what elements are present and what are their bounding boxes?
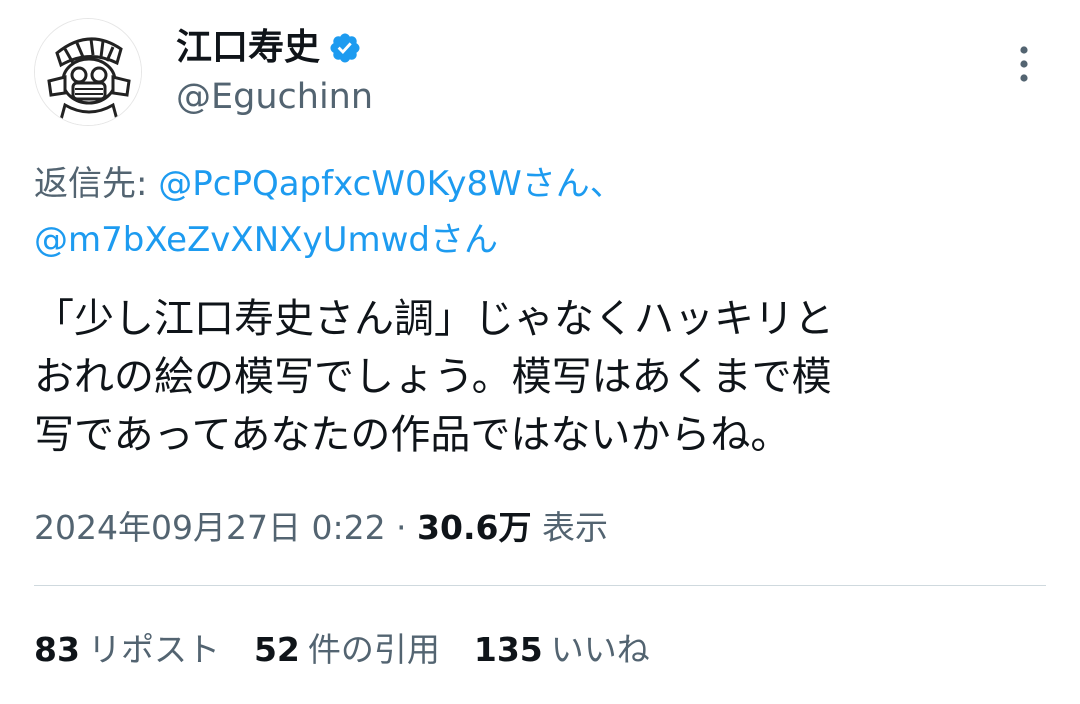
- display-name[interactable]: 江口寿史: [176, 24, 320, 72]
- quotes-label: 件の引用: [307, 630, 440, 669]
- avatar-illustration-icon: [35, 19, 141, 125]
- reply-user-link-2[interactable]: @m7bXeZvXNXyUmwdさん: [34, 220, 498, 260]
- divider: [34, 585, 1046, 586]
- reply-user-link-1[interactable]: @PcPQapfxcW0Ky8Wさん: [158, 164, 590, 204]
- reposts-count: 83: [34, 630, 80, 669]
- reposts-label: リポスト: [87, 630, 220, 669]
- views-label: 表示: [531, 508, 608, 547]
- reply-separator: 、: [589, 164, 624, 204]
- more-options-icon[interactable]: [1006, 42, 1042, 86]
- tweet-text: 「少し江口寿史さん調」じゃなくハッキリと おれの絵の模写でしょう。模写はあくまで…: [34, 290, 1044, 464]
- tweet-text-line: おれの絵の模写でしょう。模写はあくまで模: [34, 354, 832, 400]
- avatar[interactable]: [34, 18, 142, 126]
- likes-label: いいね: [550, 630, 650, 669]
- likes-count: 135: [473, 630, 543, 669]
- reply-prefix: 返信先:: [34, 164, 159, 204]
- meta-separator: ·: [385, 508, 418, 547]
- timestamp-link[interactable]: 2024年09月27日 0:22: [34, 508, 386, 547]
- tweet-meta: 2024年09月27日 0:22 · 30.6万 表示: [34, 504, 608, 552]
- quotes-stat[interactable]: 52 件の引用: [254, 626, 440, 674]
- reply-to-line-2: @m7bXeZvXNXyUmwdさん: [34, 216, 498, 264]
- tweet-text-line: 「少し江口寿史さん調」じゃなくハッキリと: [34, 296, 834, 342]
- reposts-stat[interactable]: 83 リポスト: [34, 626, 220, 674]
- author-handle[interactable]: @Eguchinn: [176, 74, 373, 120]
- author-name-row[interactable]: 江口寿史: [176, 24, 362, 72]
- quotes-count: 52: [253, 630, 300, 669]
- reply-to-line: 返信先: @PcPQapfxcW0Ky8Wさん、: [34, 160, 624, 208]
- verified-badge-icon[interactable]: [328, 31, 362, 65]
- tweet-text-line: 写であってあなたの作品ではないからね。: [34, 412, 791, 458]
- likes-stat[interactable]: 135 いいね: [474, 626, 650, 674]
- views-count: 30.6万: [417, 508, 532, 547]
- engagement-stats: 83 リポスト 52 件の引用 135 いいね: [34, 626, 684, 674]
